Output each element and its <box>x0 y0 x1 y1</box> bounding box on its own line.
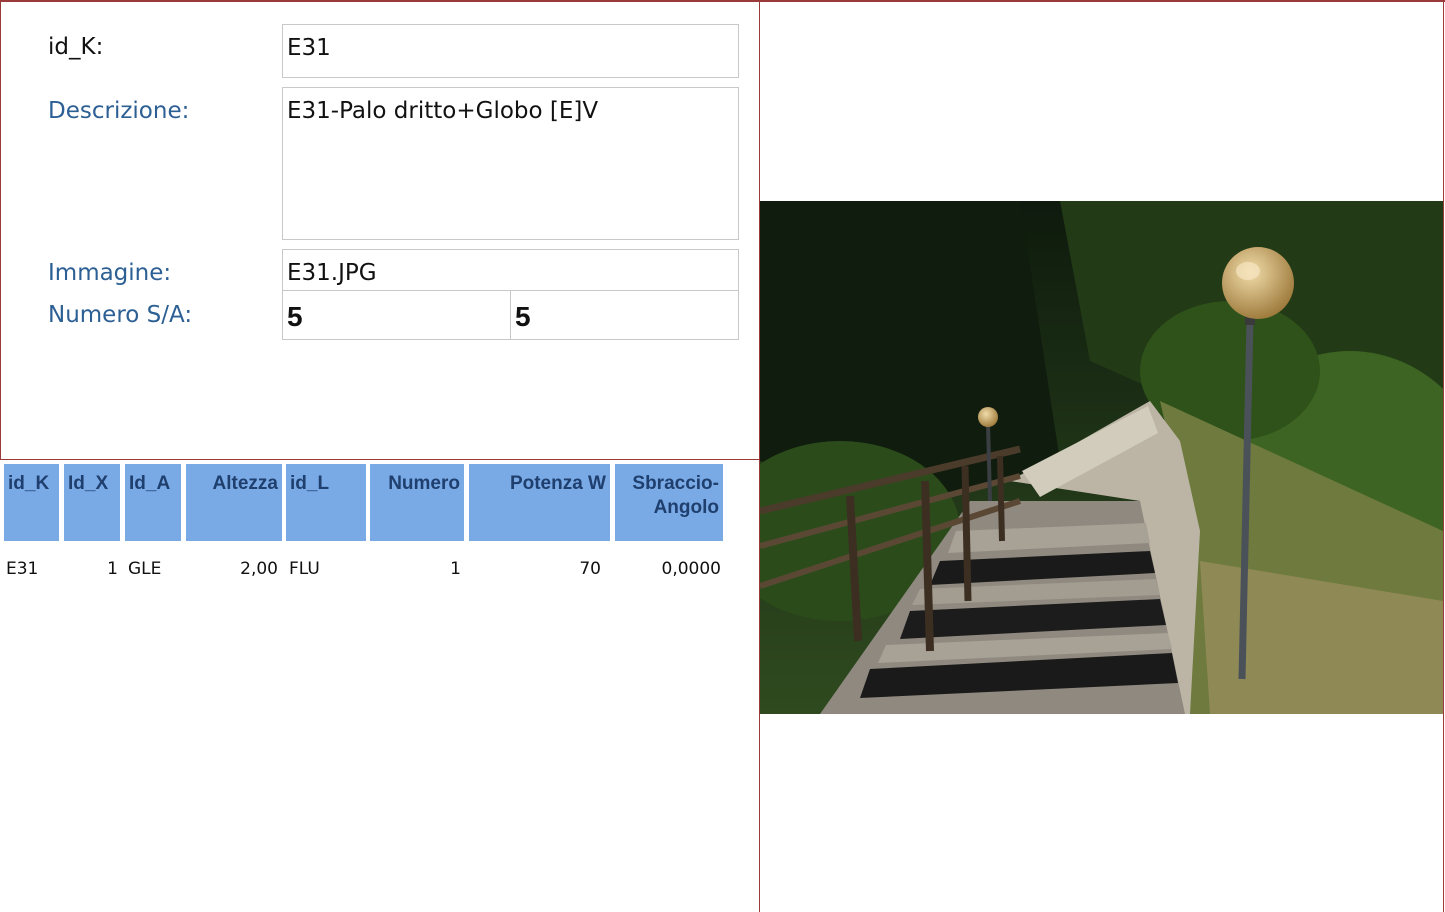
col-header-potenza: Potenza W <box>469 464 610 541</box>
col-header-altezza: Altezza <box>186 464 282 541</box>
col-header-id-k: id_K <box>4 464 59 541</box>
col-header-id-x: Id_X <box>64 464 120 541</box>
col-header-sbraccio-line2: Angolo <box>653 496 719 518</box>
numero-sa-label: Numero S/A: <box>48 302 193 328</box>
section-separator <box>0 459 760 460</box>
cell-numero: 1 <box>450 559 461 579</box>
col-header-numero: Numero <box>370 464 464 541</box>
cell-id-l: FLU <box>289 559 320 579</box>
frame-right-border <box>1443 0 1444 912</box>
col-header-sbraccio-line1: Sbraccio- <box>632 473 719 494</box>
id-k-label: id_K: <box>48 34 104 60</box>
col-header-id-l: id_L <box>286 464 366 541</box>
cell-id-k: E31 <box>6 559 39 579</box>
col-header-id-a: Id_A <box>125 464 181 541</box>
frame-top-border <box>0 0 1445 2</box>
descrizione-label: Descrizione: <box>48 98 190 124</box>
cell-altezza: 2,00 <box>240 559 278 579</box>
streetlamp-photo-icon <box>760 201 1443 714</box>
streetlamp-photo <box>760 201 1443 714</box>
frame-left-border <box>0 0 1 460</box>
numero-s-field[interactable]: 5 <box>282 290 511 340</box>
col-header-sbraccio: Sbraccio- Angolo <box>615 464 723 541</box>
id-k-field[interactable]: E31 <box>282 24 739 78</box>
immagine-label: Immagine: <box>48 260 172 286</box>
cell-id-a: GLE <box>128 559 162 579</box>
numero-a-field[interactable]: 5 <box>510 290 739 340</box>
cell-sbraccio: 0,0000 <box>661 559 721 579</box>
descrizione-field[interactable]: E31-Palo dritto+Globo [E]V <box>282 87 739 240</box>
cell-id-x: 1 <box>107 559 118 579</box>
cell-potenza: 70 <box>579 559 601 579</box>
immagine-field[interactable]: E31.JPG <box>282 249 739 291</box>
